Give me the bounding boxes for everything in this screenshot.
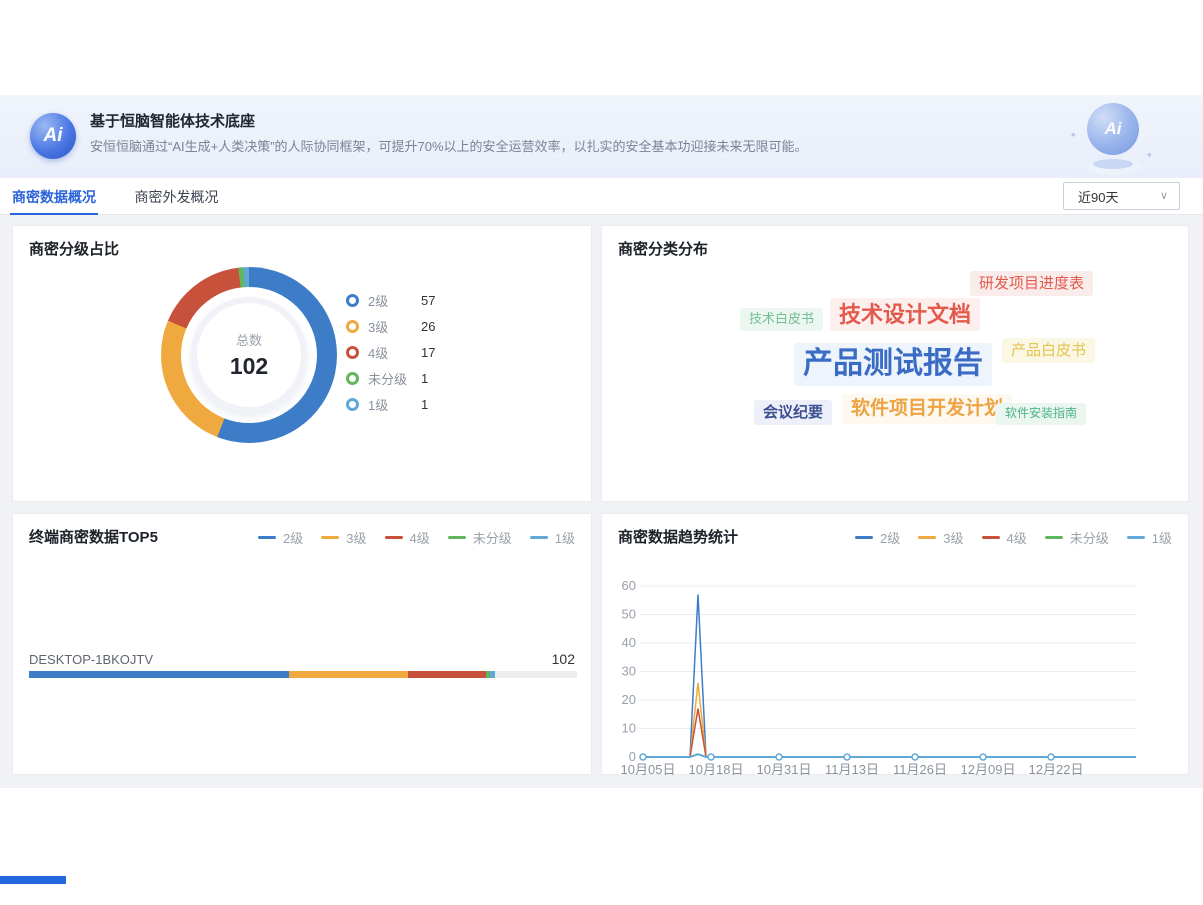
legend-label: 3级 [368, 317, 421, 336]
time-range-select[interactable]: 近90天 ∨ [1063, 182, 1180, 210]
panel-terminal-top5: 终端商密数据TOP5 2级 3级 4级 未分级 1级 DESKTOP-1BKOJ… [12, 513, 592, 775]
bar-segment-3级 [289, 671, 408, 678]
legend-ring-icon [346, 372, 359, 385]
legend-label: 4级 [368, 343, 421, 362]
legend-value: 1 [421, 371, 428, 386]
wordcloud-tag: 研发项目进度表 [970, 271, 1093, 296]
legend-label: 未分级 [368, 369, 421, 388]
legend-value: 26 [421, 319, 435, 334]
legend-dash-icon [530, 536, 548, 539]
ai-assistant-head-icon: Ai [1087, 103, 1139, 155]
tab-bar: 商密数据概况 商密外发概况 近90天 ∨ [0, 178, 1203, 215]
donut-legend: 2级 57 3级 26 4级 17 未分级 1 [346, 287, 435, 417]
svg-text:12月09日: 12月09日 [961, 762, 1016, 776]
legend-item-level3[interactable]: 3级 26 [346, 313, 435, 339]
top5-legend: 2级 3级 4级 未分级 1级 [240, 528, 575, 547]
wordcloud-tag: 产品测试报告 [794, 343, 992, 386]
trend-line-chart: 010203040506010月05日10月18日10月31日11月13日11月… [602, 514, 1190, 776]
legend-label: 4级 [410, 528, 430, 547]
wordcloud-tag: 技术设计文档 [830, 298, 980, 331]
panel-trend: 商密数据趋势统计 2级 3级 4级 未分级 1级 010203040506010… [601, 513, 1189, 775]
wordcloud-tag: 产品白皮书 [1002, 338, 1095, 363]
legend-item-level4[interactable]: 4级 [385, 528, 430, 547]
legend-ring-icon [346, 346, 359, 359]
content-area: 商密分级占比 总数 102 2级 57 3级 26 [0, 215, 1203, 788]
panel-title: 商密分级占比 [29, 238, 119, 259]
panel-grade-ratio: 商密分级占比 总数 102 2级 57 3级 26 [12, 225, 592, 502]
svg-text:10月05日: 10月05日 [621, 762, 676, 776]
legend-label: 2级 [368, 291, 421, 310]
sparkle-icon: ✦ [1145, 150, 1153, 161]
tab-business-secret-data-overview[interactable]: 商密数据概况 [10, 178, 98, 215]
page-title: 基于恒脑智能体技术底座 [90, 110, 255, 131]
legend-item-level3[interactable]: 3级 [321, 528, 366, 547]
legend-item-unclassified[interactable]: 未分级 [448, 528, 512, 547]
ai-assistant-icon[interactable]: Ai [1081, 101, 1145, 175]
chevron-down-icon: ∨ [1160, 189, 1168, 202]
donut-total-value: 102 [191, 353, 307, 380]
wordcloud-tag: 软件安装指南 [996, 403, 1086, 425]
svg-text:10: 10 [622, 721, 636, 736]
legend-label: 3级 [346, 528, 366, 547]
svg-text:20: 20 [622, 692, 636, 707]
bar-segment-4级 [408, 671, 486, 678]
panel-title: 终端商密数据TOP5 [29, 526, 158, 547]
brand-logo-icon: Ai [30, 113, 76, 159]
svg-text:50: 50 [622, 607, 636, 622]
bottom-left-progress-strip [0, 876, 66, 884]
legend-item-level2[interactable]: 2级 [258, 528, 303, 547]
panel-category-distribution: 商密分类分布 研发项目进度表 技术白皮书 技术设计文档 产品测试报告 产品白皮书… [601, 225, 1189, 502]
legend-item-level1[interactable]: 1级 1 [346, 391, 435, 417]
legend-dash-icon [448, 536, 466, 539]
legend-label: 2级 [283, 528, 303, 547]
panel-title: 商密分类分布 [618, 238, 708, 259]
legend-ring-icon [346, 294, 359, 307]
legend-label: 1级 [368, 395, 421, 414]
top5-bar-category: DESKTOP-1BKOJTV [29, 652, 153, 667]
legend-value: 57 [421, 293, 435, 308]
legend-dash-icon [321, 536, 339, 539]
legend-label: 1级 [555, 528, 575, 547]
legend-value: 17 [421, 345, 435, 360]
svg-text:11月26日: 11月26日 [893, 762, 947, 776]
bar-segment-2级 [29, 671, 289, 678]
legend-ring-icon [346, 320, 359, 333]
wordcloud-tag: 会议纪要 [754, 400, 832, 425]
svg-text:12月22日: 12月22日 [1029, 762, 1084, 776]
tab-business-secret-outgoing-overview[interactable]: 商密外发概况 [132, 178, 220, 215]
legend-value: 1 [421, 397, 428, 412]
page-subtitle: 安恒恒脑通过“AI生成+人类决策”的人际协同框架，可提升70%以上的安全运营效率… [90, 136, 808, 155]
legend-item-unclassified[interactable]: 未分级 1 [346, 365, 435, 391]
time-range-value: 近90天 [1078, 187, 1118, 206]
svg-text:40: 40 [622, 635, 636, 650]
donut-total-label: 总数 [191, 330, 307, 349]
legend-ring-icon [346, 398, 359, 411]
legend-dash-icon [385, 536, 403, 539]
sparkle-icon: ✦ [1069, 130, 1077, 141]
top5-bar-segments [29, 671, 577, 678]
grade-donut-center: 总数 102 [191, 330, 307, 380]
svg-text:10月31日: 10月31日 [757, 762, 812, 776]
top5-bar-total: 102 [552, 651, 575, 667]
legend-item-level1[interactable]: 1级 [530, 528, 575, 547]
wordcloud-tag: 软件项目开发计划 [842, 394, 1012, 424]
dashboard-app: Ai 基于恒脑智能体技术底座 安恒恒脑通过“AI生成+人类决策”的人际协同框架，… [0, 95, 1203, 788]
svg-text:11月13日: 11月13日 [825, 762, 879, 776]
bar-segment-1级 [490, 671, 495, 678]
svg-text:30: 30 [622, 664, 636, 679]
legend-item-level4[interactable]: 4级 17 [346, 339, 435, 365]
svg-text:10月18日: 10月18日 [689, 762, 744, 776]
svg-text:60: 60 [622, 578, 636, 593]
legend-item-level2[interactable]: 2级 57 [346, 287, 435, 313]
legend-dash-icon [258, 536, 276, 539]
header-banner: Ai 基于恒脑智能体技术底座 安恒恒脑通过“AI生成+人类决策”的人际协同框架，… [0, 95, 1203, 178]
ai-assistant-shadow [1093, 159, 1133, 169]
wordcloud-tag: 技术白皮书 [740, 308, 823, 331]
legend-label: 未分级 [473, 528, 512, 547]
